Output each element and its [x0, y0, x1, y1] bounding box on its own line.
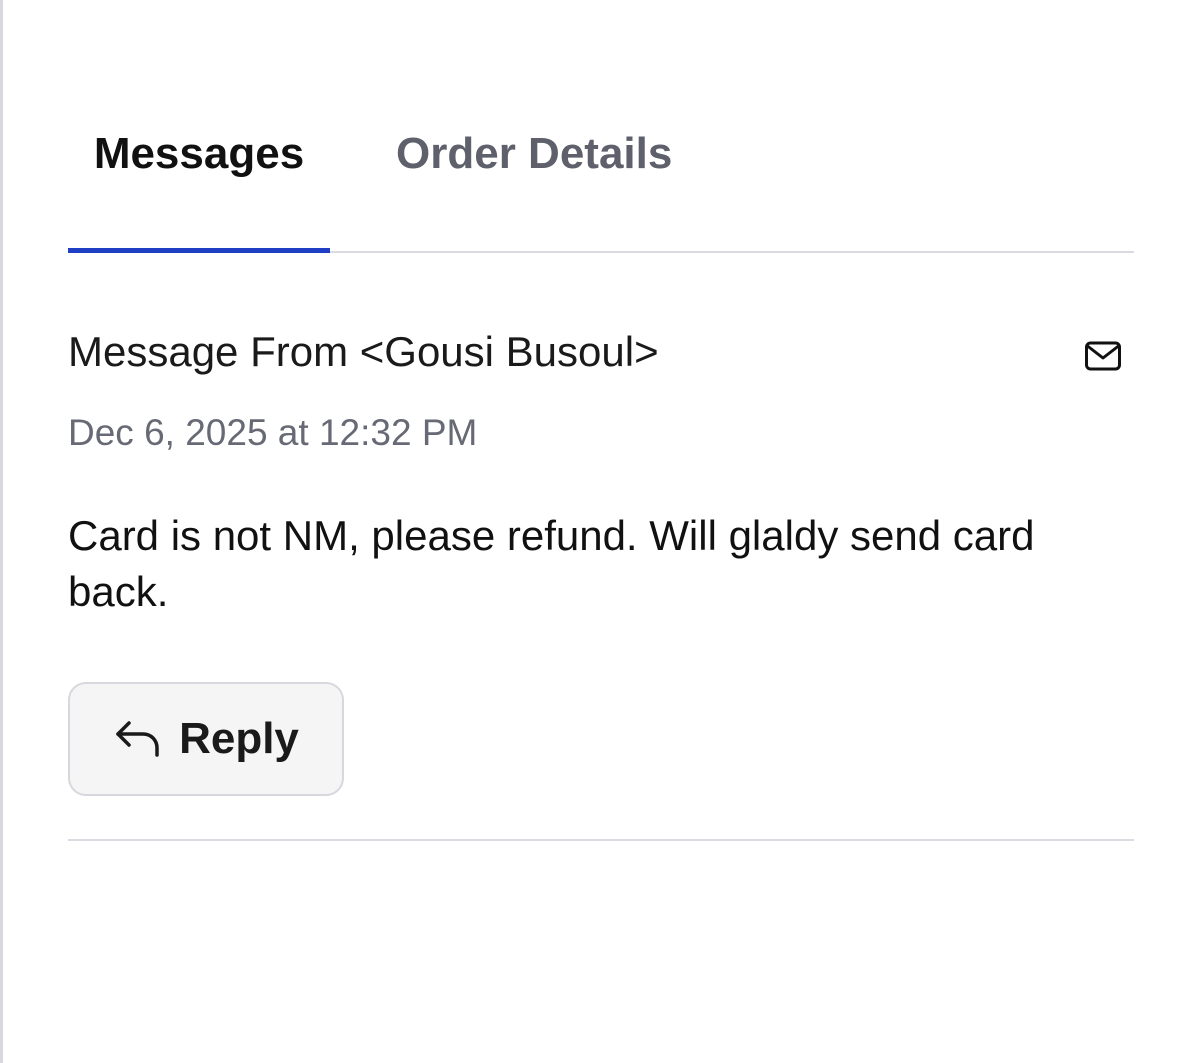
- reply-arrow-icon: [116, 721, 159, 757]
- envelope-icon[interactable]: [1084, 340, 1122, 372]
- reply-button[interactable]: Reply: [68, 682, 344, 796]
- panel-left-border: [0, 0, 3, 1063]
- message-divider: [68, 839, 1134, 841]
- message-body: Card is not NM, please refund. Will glal…: [68, 512, 1035, 615]
- tab-messages[interactable]: Messages: [68, 100, 330, 252]
- message-timestamp: Dec 6, 2025 at 12:32 PM: [68, 412, 478, 453]
- reply-button-label: Reply: [179, 714, 299, 763]
- tab-bar: Messages Order Details: [68, 100, 1134, 253]
- message-panel: Messages Order Details Message From <Gou…: [0, 0, 1200, 1063]
- active-tab-indicator: [68, 248, 330, 253]
- message-sender: Message From <Gousi Busoul>: [68, 328, 659, 375]
- tab-order-details[interactable]: Order Details: [396, 100, 672, 252]
